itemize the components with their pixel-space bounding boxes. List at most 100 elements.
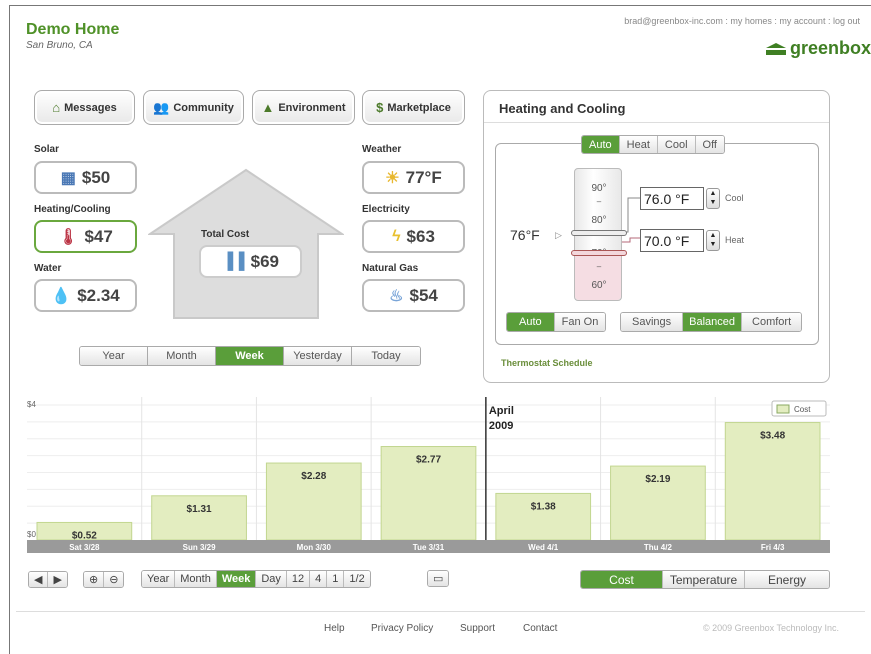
cost-bar <box>495 492 592 541</box>
range-week[interactable]: Week <box>216 571 257 587</box>
bar-chart-icon: ▐▐ <box>221 252 245 270</box>
setpoint-connectors <box>620 197 640 243</box>
mode-off[interactable]: Off <box>695 136 724 153</box>
people-icon: 👥 <box>153 99 170 115</box>
mode-energy[interactable]: Energy <box>745 571 829 588</box>
footer-contact[interactable]: Contact <box>523 623 557 634</box>
zoom-out-icon[interactable]: ⊖ <box>104 572 124 587</box>
period-yesterday[interactable]: Yesterday <box>284 347 352 365</box>
mode-heat[interactable]: Heat <box>619 136 658 153</box>
cool-spinner[interactable]: ▲ ▼ <box>706 188 720 209</box>
solar-panel-icon: ▦ <box>60 169 76 187</box>
mode-cost[interactable]: Cost <box>581 571 663 588</box>
category-label: Fri 4/3 <box>761 543 785 552</box>
chart-prev-button[interactable]: ◀ <box>29 572 49 587</box>
category-label: Mon 3/30 <box>297 543 332 552</box>
electricity-box[interactable]: ϟ $63 <box>362 220 465 253</box>
footer-support[interactable]: Support <box>460 623 495 634</box>
marketplace-label: Marketplace <box>387 101 451 114</box>
footer-help[interactable]: Help <box>324 623 345 634</box>
period-month[interactable]: Month <box>148 347 216 365</box>
my-homes-link[interactable]: : my homes <box>725 16 772 26</box>
dollar-icon: $ <box>376 100 384 115</box>
range-12[interactable]: 12 <box>286 571 311 587</box>
account-links: brad@greenbox-inc.com : my homes : my ac… <box>560 16 860 26</box>
bar-value-label: $2.19 <box>645 474 670 485</box>
zoom-in-icon[interactable]: ⊕ <box>84 572 105 587</box>
heating-value: $47 <box>84 226 113 246</box>
range-year[interactable]: Year <box>142 571 176 587</box>
gas-label: Natural Gas <box>362 263 419 274</box>
heat-setpoint-field[interactable]: 70.0 °F <box>640 229 704 252</box>
weather-label: Weather <box>362 144 402 155</box>
period-year[interactable]: Year <box>80 347 148 365</box>
range-half[interactable]: 1/2 <box>344 571 370 587</box>
footer-privacy[interactable]: Privacy Policy <box>371 623 433 634</box>
cool-setpoint-field[interactable]: 76.0 °F <box>640 187 704 210</box>
thermostat-schedule-link[interactable]: Thermostat Schedule <box>501 358 593 368</box>
category-label: Sun 3/29 <box>183 543 216 552</box>
mode-temperature[interactable]: Temperature <box>663 571 745 588</box>
heating-label: Heating/Cooling <box>34 204 111 215</box>
house-graphic <box>148 168 344 319</box>
community-label: Community <box>173 101 234 114</box>
thermometer-slider[interactable]: 90° – 80° – 70° – 60° <box>571 168 627 301</box>
legend-swatch <box>776 404 790 414</box>
category-label: Thu 4/2 <box>644 543 673 552</box>
environment-button[interactable]: ▲ Environment <box>252 90 355 125</box>
water-value: $2.34 <box>77 285 120 305</box>
fan-on[interactable]: Fan On <box>554 313 606 331</box>
category-label: Wed 4/1 <box>528 543 559 552</box>
heating-box[interactable]: 🌡 $47 <box>34 220 137 253</box>
mode-cool[interactable]: Cool <box>657 136 696 153</box>
profile-balanced[interactable]: Balanced <box>683 313 743 331</box>
marketplace-button[interactable]: $ Marketplace <box>362 90 465 125</box>
month-annotation: April <box>489 405 514 417</box>
thermometer-icon: 🌡 <box>58 228 79 246</box>
heat-range-fill <box>575 252 621 300</box>
period-today[interactable]: Today <box>352 347 420 365</box>
water-box[interactable]: 💧 $2.34 <box>34 279 137 312</box>
period-week[interactable]: Week <box>216 347 284 365</box>
footer-divider <box>16 611 865 612</box>
solar-box[interactable]: ▦ $50 <box>34 161 137 194</box>
brand-name: greenbox <box>790 38 871 58</box>
chart-next-button[interactable]: ▶ <box>48 572 67 587</box>
logout-link[interactable]: : log out <box>828 16 860 26</box>
profile-comfort[interactable]: Comfort <box>742 313 802 331</box>
solar-value: $50 <box>81 167 111 187</box>
total-cost-value: $69 <box>250 251 280 271</box>
home-title: Demo Home <box>26 21 120 38</box>
fullscreen-icon[interactable]: ▭ <box>428 571 449 586</box>
hvac-panel: Heating and Cooling Auto Heat Cool Off 7… <box>483 90 830 383</box>
chart-mode-selector: Cost Temperature Energy <box>580 570 830 589</box>
user-email[interactable]: brad@greenbox-inc.com <box>624 16 723 26</box>
gas-box[interactable]: ♨ $54 <box>362 279 465 312</box>
greenbox-logo-icon <box>766 42 786 55</box>
hvac-mode-selector: Auto Heat Cool Off <box>581 135 725 154</box>
chart-nav: ◀ ▶ <box>28 571 68 588</box>
fan-auto[interactable]: Auto <box>507 313 555 331</box>
profile-savings[interactable]: Savings <box>621 313 684 331</box>
bar-value-label: $1.31 <box>187 504 212 515</box>
range-month[interactable]: Month <box>175 571 217 587</box>
community-button[interactable]: 👥 Community <box>143 90 244 125</box>
weather-box[interactable]: ☀ 77°F <box>362 161 465 194</box>
messages-button[interactable]: ⌂ Messages <box>34 90 135 125</box>
heat-spinner[interactable]: ▲ ▼ <box>706 230 720 251</box>
range-day[interactable]: Day <box>256 571 287 587</box>
my-account-link[interactable]: : my account <box>774 16 825 26</box>
range-4[interactable]: 4 <box>310 571 328 587</box>
heat-label: Heat <box>725 235 745 245</box>
total-cost-box[interactable]: ▐▐ $69 <box>199 245 302 278</box>
cool-slider-handle[interactable] <box>571 230 627 236</box>
weather-value: 77°F <box>405 167 442 187</box>
greenbox-logo[interactable]: greenbox <box>765 38 871 59</box>
cost-bar <box>151 495 247 541</box>
range-1[interactable]: 1 <box>327 571 345 587</box>
environment-label: Environment <box>278 101 346 114</box>
mode-auto[interactable]: Auto <box>582 136 620 153</box>
heat-slider-handle[interactable] <box>571 250 627 256</box>
hvac-divider <box>484 122 829 123</box>
bar-value-label: $0.52 <box>72 530 97 541</box>
